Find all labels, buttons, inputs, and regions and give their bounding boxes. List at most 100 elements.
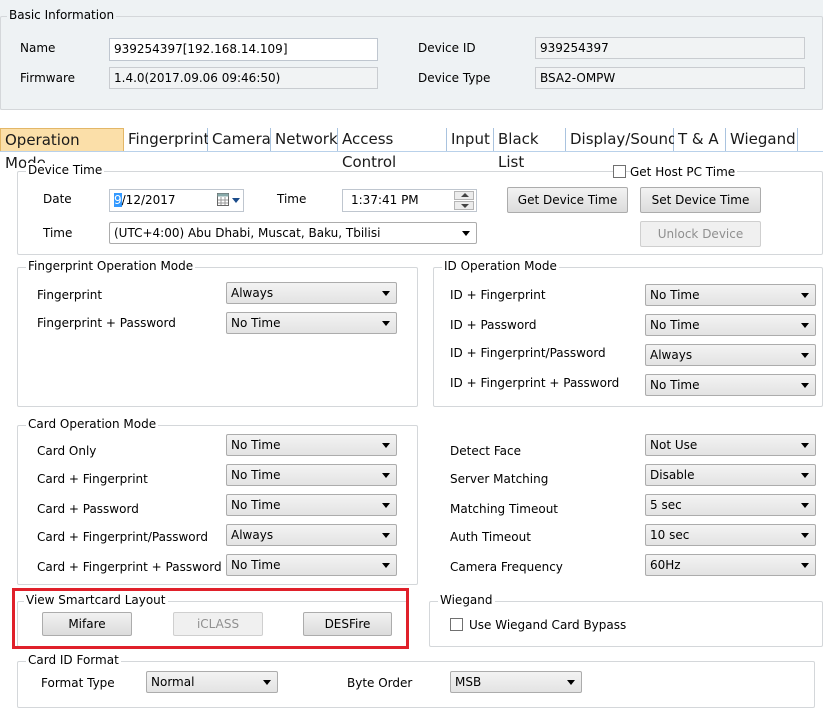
chevron-down-icon xyxy=(382,533,390,538)
device-type-field: BSA2-OMPW xyxy=(535,67,805,89)
camera-frequency-select-value: 60Hz xyxy=(650,558,681,572)
card-fingerprint-label: Card + Fingerprint xyxy=(37,472,148,486)
id-fingerprint-and-password-label: ID + Fingerprint + Password xyxy=(450,376,620,390)
id-fingerprint-or-password-select[interactable]: Always xyxy=(645,344,816,366)
id-fingerprint-and-password-select-value: No Time xyxy=(650,378,700,392)
chevron-down-icon xyxy=(382,291,390,296)
card-password-select[interactable]: No Time xyxy=(226,494,397,516)
tab-wiegand[interactable]: Wiegand xyxy=(726,128,798,151)
date-rest-text: /12/2017 xyxy=(121,193,176,207)
format-type-select[interactable]: Normal xyxy=(146,671,278,693)
chevron-down-icon xyxy=(382,503,390,508)
id-fingerprint-and-password-select[interactable]: No Time xyxy=(645,374,816,396)
byte-order-label: Byte Order xyxy=(347,676,413,690)
date-picker[interactable]: 9/12/2017 xyxy=(109,189,244,212)
chevron-down-icon xyxy=(382,443,390,448)
fingerprint-password-label: Fingerprint + Password xyxy=(37,316,176,330)
time-zone-value: (UTC+4:00) Abu Dhabi, Muscat, Baku, Tbil… xyxy=(114,226,381,240)
time-label: Time xyxy=(277,192,307,206)
get-host-pc-time-label[interactable]: Get Host PC Time xyxy=(630,165,738,179)
id-fingerprint-select-value: No Time xyxy=(650,288,700,302)
get-device-time-button[interactable]: Get Device Time xyxy=(507,187,628,213)
fingerprint-mode-title: Fingerprint Operation Mode xyxy=(26,259,196,273)
name-label: Name xyxy=(20,41,56,55)
detect-face-select-value: Not Use xyxy=(650,438,698,452)
get-host-pc-time-checkbox[interactable] xyxy=(613,165,626,178)
chevron-down-icon xyxy=(263,680,271,685)
chevron-down-icon xyxy=(801,563,809,568)
id-password-select[interactable]: No Time xyxy=(645,314,816,336)
format-type-label: Format Type xyxy=(41,676,115,690)
matching-timeout-select[interactable]: 5 sec xyxy=(645,494,816,516)
fingerprint-select-value: Always xyxy=(231,286,274,300)
wiegand-bypass-label[interactable]: Use Wiegand Card Bypass xyxy=(469,618,626,632)
firmware-label: Firmware xyxy=(20,71,75,85)
spin-up-icon[interactable] xyxy=(454,191,474,200)
time-zone-select[interactable]: (UTC+4:00) Abu Dhabi, Muscat, Baku, Tbil… xyxy=(109,222,477,244)
tab-operation-mode[interactable]: Operation Mode xyxy=(0,128,124,172)
device-type-label: Device Type xyxy=(418,71,491,85)
tab-fingerprint[interactable]: Fingerprint xyxy=(124,128,209,151)
byte-order-select[interactable]: MSB xyxy=(450,671,582,693)
tab-input[interactable]: Input xyxy=(447,128,494,151)
fingerprint-password-select[interactable]: No Time xyxy=(226,312,397,334)
id-mode-title: ID Operation Mode xyxy=(442,259,559,273)
chevron-down-icon xyxy=(382,321,390,326)
tab-display-sound[interactable]: Display/Sound xyxy=(566,128,678,151)
time-zone-chevron-down-icon xyxy=(462,231,470,236)
date-label: Date xyxy=(43,192,72,206)
tab-black-list[interactable]: Black List xyxy=(494,128,566,171)
card-only-select[interactable]: No Time xyxy=(226,434,397,456)
chevron-down-icon xyxy=(801,503,809,508)
card-id-format-title: Card ID Format xyxy=(26,653,121,667)
set-device-time-button[interactable]: Set Device Time xyxy=(640,187,761,213)
wiegand-bypass-checkbox[interactable] xyxy=(450,618,463,631)
chevron-down-icon xyxy=(801,353,809,358)
id-password-select-value: No Time xyxy=(650,318,700,332)
card-password-label: Card + Password xyxy=(37,502,139,516)
tab-network[interactable]: Network xyxy=(271,128,338,151)
spin-down-icon[interactable] xyxy=(454,201,474,210)
card-only-label: Card Only xyxy=(37,444,97,458)
tab-access-control[interactable]: Access Control xyxy=(338,128,447,171)
name-field[interactable]: 939254397[192.168.14.109] xyxy=(109,38,378,61)
auth-timeout-select[interactable]: 10 sec xyxy=(645,524,816,546)
wiegand-title: Wiegand xyxy=(438,593,495,607)
matching-timeout-label: Matching Timeout xyxy=(450,502,559,516)
card-fingerprint-select[interactable]: No Time xyxy=(226,464,397,486)
detect-face-select[interactable]: Not Use xyxy=(645,434,816,456)
firmware-field: 1.4.0(2017.09.06 09:46:50) xyxy=(109,67,378,89)
basic-info-group: Basic Information xyxy=(0,8,823,110)
device-id-field: 939254397 xyxy=(535,37,805,59)
camera-frequency-label: Camera Frequency xyxy=(450,560,563,574)
fingerprint-select[interactable]: Always xyxy=(226,282,397,304)
card-password-select-value: No Time xyxy=(231,498,281,512)
chevron-down-icon xyxy=(801,473,809,478)
card-mode-title: Card Operation Mode xyxy=(26,417,159,431)
camera-frequency-select[interactable]: 60Hz xyxy=(645,554,816,576)
unlock-device-button[interactable]: Unlock Device xyxy=(640,221,761,247)
chevron-down-icon xyxy=(801,383,809,388)
fingerprint-password-select-value: No Time xyxy=(231,316,281,330)
card-fingerprint-or-password-select[interactable]: Always xyxy=(226,524,397,546)
fingerprint-label: Fingerprint xyxy=(37,288,103,302)
format-type-select-value: Normal xyxy=(151,675,195,689)
date-dropdown-arrow-icon[interactable] xyxy=(232,198,240,203)
calendar-icon[interactable] xyxy=(217,193,229,206)
id-fingerprint-select[interactable]: No Time xyxy=(645,284,816,306)
tab-camera[interactable]: Camera xyxy=(208,128,271,151)
chevron-down-icon xyxy=(382,473,390,478)
basic-info-panel: Basic Information Name 939254397[192.168… xyxy=(0,0,823,110)
time-spinner[interactable] xyxy=(454,191,474,210)
tab-t-and-a[interactable]: T & A xyxy=(674,128,726,151)
server-matching-select[interactable]: Disable xyxy=(645,464,816,486)
date-selected-segment: 9 xyxy=(114,193,122,207)
device-id-label: Device ID xyxy=(418,41,476,55)
card-fingerprint-and-password-label: Card + Fingerprint + Password xyxy=(37,560,222,574)
server-matching-label: Server Matching xyxy=(450,472,549,486)
card-fingerprint-and-password-select[interactable]: No Time xyxy=(226,554,397,576)
server-matching-select-value: Disable xyxy=(650,468,695,482)
chevron-down-icon xyxy=(567,680,575,685)
auth-timeout-select-value: 10 sec xyxy=(650,528,690,542)
settings-tabs: Operation Mode Fingerprint Camera Networ… xyxy=(0,128,823,172)
